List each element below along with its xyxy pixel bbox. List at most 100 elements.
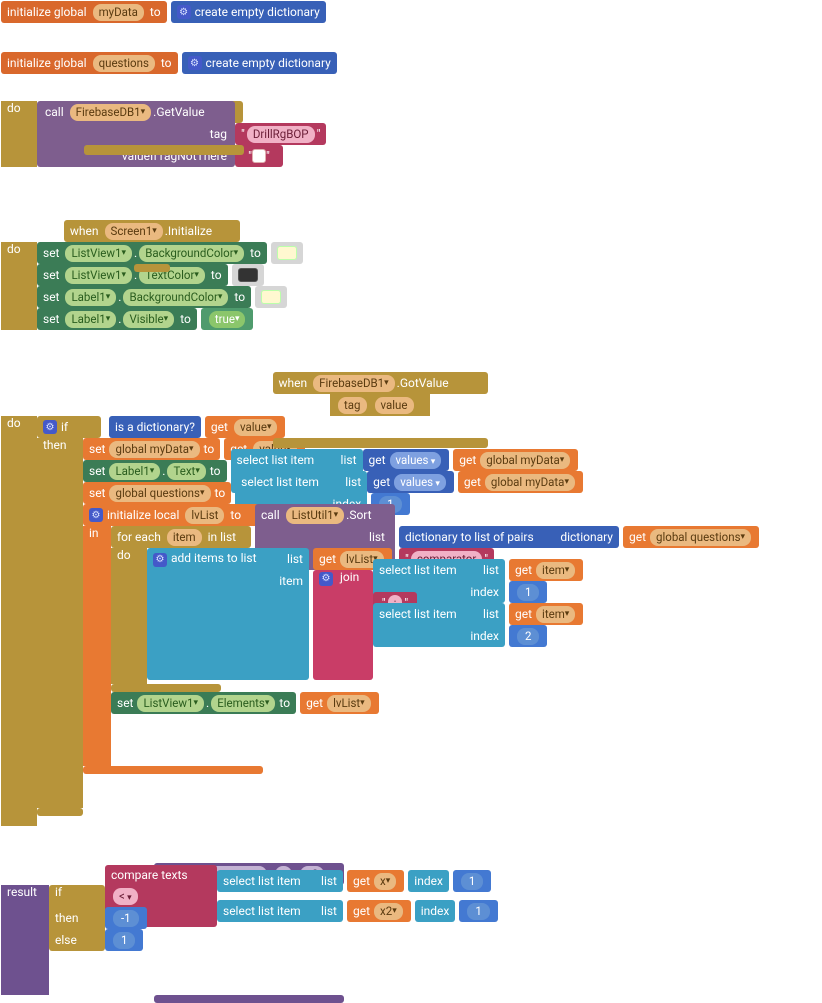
var-name-mydata[interactable]: myData: [93, 4, 144, 21]
set-label1-text[interactable]: set Label1 . Text to: [83, 460, 227, 482]
boolean-true[interactable]: true: [201, 308, 254, 330]
param-tag[interactable]: tag: [338, 397, 366, 414]
component-firebasedb1[interactable]: FirebaseDB1: [313, 375, 395, 392]
get-lvlist[interactable]: get lvList: [300, 692, 379, 714]
param-value[interactable]: value: [375, 397, 414, 414]
get-global-mydata[interactable]: get global myData: [458, 471, 583, 493]
number-1[interactable]: 1: [105, 929, 143, 951]
get-x[interactable]: get x: [347, 870, 404, 892]
call-getvalue[interactable]: call FirebaseDB1 .GetValue tag valueIfTa…: [37, 101, 235, 167]
for-each-item[interactable]: for each item in list: [111, 526, 251, 548]
component-label1[interactable]: Label1: [65, 311, 116, 328]
gear-icon[interactable]: [43, 420, 57, 434]
add-items-to-list[interactable]: add items to list list item: [147, 548, 309, 680]
property-bg[interactable]: BackgroundColor: [123, 289, 228, 306]
var-global-mydata[interactable]: global myData: [109, 441, 199, 458]
set-label1-bg[interactable]: set Label1 . BackgroundColor to: [37, 286, 251, 308]
var-lvlist[interactable]: lvList: [185, 507, 224, 524]
init-local-lvlist[interactable]: initialize local lvList to: [83, 504, 259, 526]
sli-label: select list item: [241, 475, 319, 489]
property-visible[interactable]: Visible: [123, 311, 174, 328]
component-label1[interactable]: Label1: [109, 463, 160, 480]
property-bg[interactable]: BackgroundColor: [139, 245, 244, 262]
var-item[interactable]: item: [536, 606, 575, 623]
component-listview1[interactable]: ListView1: [65, 267, 132, 284]
join[interactable]: join: [313, 570, 373, 680]
when-screen1-initialize[interactable]: when Screen1 .Initialize: [64, 220, 240, 242]
var-item[interactable]: item: [536, 562, 575, 579]
call-label: call: [41, 105, 68, 119]
if-block[interactable]: if: [37, 416, 101, 438]
var-lvlist[interactable]: lvList: [327, 695, 371, 712]
set-listview1-elements[interactable]: set ListView1 . Elements to: [111, 692, 296, 714]
get-global-mydata[interactable]: get global myData: [453, 449, 578, 471]
true-label[interactable]: true: [209, 311, 246, 328]
create-empty-dictionary[interactable]: create empty dictionary: [182, 52, 337, 74]
get-label: get: [353, 874, 370, 888]
get-item[interactable]: get item: [509, 603, 583, 625]
component-listview1[interactable]: ListView1: [137, 695, 204, 712]
color-value[interactable]: [232, 264, 264, 286]
get-values[interactable]: get values: [367, 471, 454, 493]
number-1[interactable]: 1: [453, 870, 491, 892]
is-a-dictionary[interactable]: is a dictionary?: [109, 416, 201, 438]
quote-close: ": [266, 149, 270, 163]
values-label[interactable]: values: [390, 452, 442, 469]
gear-icon[interactable]: [188, 56, 202, 70]
var-value[interactable]: value: [234, 419, 278, 436]
number-neg1[interactable]: -1: [105, 907, 147, 929]
isdict-label: is a dictionary?: [115, 420, 195, 434]
number-2[interactable]: 2: [509, 625, 547, 647]
component-listutil1[interactable]: ListUtil1: [286, 507, 345, 524]
component-firebasedb1[interactable]: FirebaseDB1: [70, 104, 152, 121]
when-label: when: [70, 224, 99, 238]
component-label1[interactable]: Label1: [65, 289, 116, 306]
text-tag[interactable]: " DrillRgBOP ": [235, 123, 326, 145]
gear-icon[interactable]: [153, 553, 167, 567]
get-global-questions[interactable]: get global questions: [623, 526, 759, 548]
get-item[interactable]: get item: [509, 559, 583, 581]
gear-icon[interactable]: [177, 5, 191, 19]
set-global-mydata[interactable]: set global myData to: [83, 438, 220, 460]
var-global-mydata[interactable]: global myData: [485, 474, 575, 491]
property-elements[interactable]: Elements: [211, 695, 275, 712]
index-label: index: [470, 585, 499, 599]
var-global-questions[interactable]: global questions: [650, 529, 751, 546]
var-x[interactable]: x: [374, 873, 396, 890]
do-label: do: [111, 548, 147, 684]
init-global-mydata[interactable]: initialize global myData to: [1, 1, 167, 23]
set-label: set: [117, 696, 133, 710]
when-firebasedb1-gotvalue[interactable]: when FirebaseDB1 .GotValue: [273, 372, 488, 394]
gear-icon[interactable]: [89, 508, 103, 522]
color-value[interactable]: [255, 286, 287, 308]
lt-operator[interactable]: <: [113, 888, 138, 905]
get-values[interactable]: get values: [363, 449, 450, 471]
method-sort: .Sort: [346, 508, 371, 522]
get-value[interactable]: get value: [205, 416, 286, 438]
values-label[interactable]: values: [394, 474, 446, 491]
component-listview1[interactable]: ListView1: [65, 245, 132, 262]
number-1[interactable]: 1: [509, 581, 547, 603]
gear-icon[interactable]: [319, 572, 333, 586]
num-1: 1: [461, 873, 483, 890]
set-listview1-tc[interactable]: set ListView1 . TextColor to: [37, 264, 228, 286]
set-label1-visible[interactable]: set Label1 . Visible to: [37, 308, 197, 330]
color-value[interactable]: [271, 242, 303, 264]
var-item[interactable]: item: [167, 529, 202, 546]
set-listview1-bg[interactable]: set ListView1 . BackgroundColor to: [37, 242, 267, 264]
select-list-item[interactable]: select list item list index: [373, 603, 505, 647]
empty-text[interactable]: [252, 149, 266, 163]
select-list-item[interactable]: select list item list: [217, 870, 343, 892]
init-global-questions[interactable]: initialize global questions to: [1, 52, 178, 74]
var-global-questions[interactable]: global questions: [109, 485, 210, 502]
var-global-mydata[interactable]: global myData: [480, 452, 570, 469]
component-screen1[interactable]: Screen1: [105, 223, 163, 240]
create-empty-dictionary[interactable]: create empty dictionary: [171, 1, 326, 23]
set-global-questions[interactable]: set global questions to: [83, 482, 231, 504]
var-name-questions[interactable]: questions: [93, 55, 155, 72]
index-label-wrap: index: [408, 870, 449, 892]
tag-value[interactable]: DrillRgBOP: [247, 126, 315, 143]
property-text[interactable]: Text: [167, 463, 205, 480]
dict-to-pairs[interactable]: dictionary to list of pairs dictionary: [399, 526, 619, 548]
num-neg1: -1: [113, 910, 139, 927]
